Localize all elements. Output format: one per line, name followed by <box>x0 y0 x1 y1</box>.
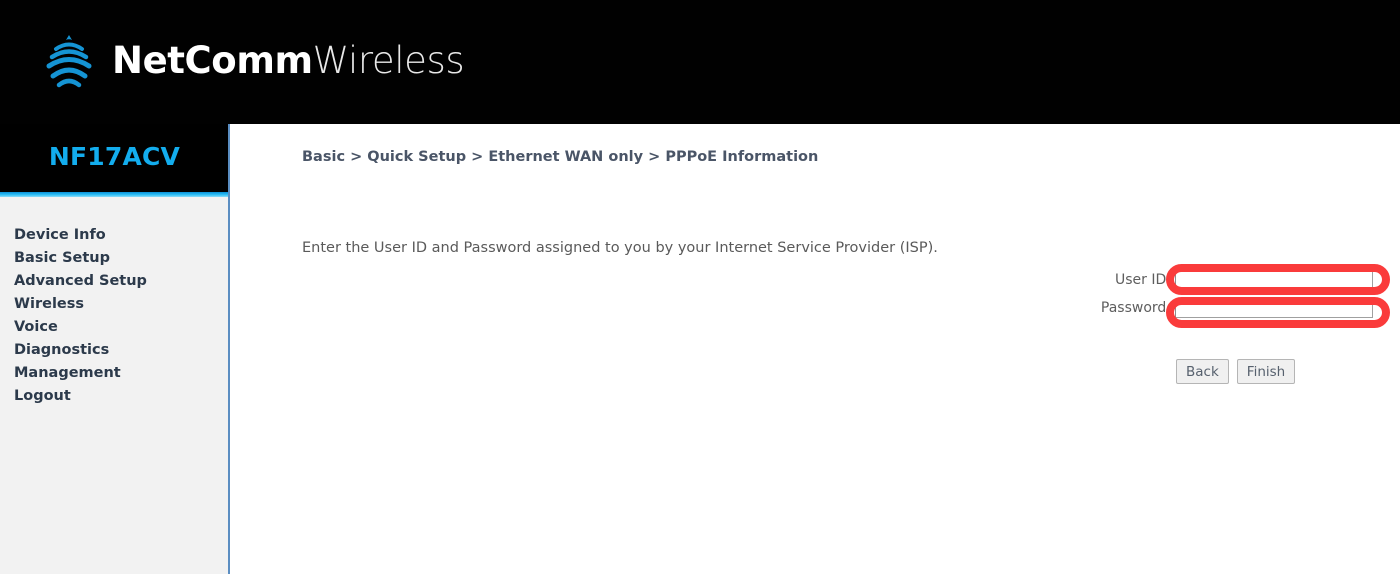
back-button[interactable]: Back <box>1176 359 1229 384</box>
top-banner: NetCommWireless <box>0 0 1400 124</box>
sidebar-item-management[interactable]: Management <box>0 362 229 385</box>
brand-name-bold: NetComm <box>112 39 313 82</box>
sidebar-nav: Device Info Basic Setup Advanced Setup W… <box>0 197 229 408</box>
device-model-name: NF17ACV <box>48 142 181 171</box>
wifi-signal-icon <box>46 35 92 88</box>
password-input[interactable] <box>1175 298 1373 318</box>
user-id-input[interactable] <box>1175 270 1373 290</box>
user-id-label: User ID: <box>1115 272 1171 288</box>
form-button-row: Back Finish <box>1176 359 1296 384</box>
sidebar-item-wireless[interactable]: Wireless <box>0 293 229 316</box>
sidebar: NF17ACV Device Info Basic Setup Advanced… <box>0 124 230 574</box>
sidebar-item-basic-setup[interactable]: Basic Setup <box>0 247 229 270</box>
password-row: Password: <box>1092 295 1400 321</box>
password-label: Password: <box>1100 300 1171 316</box>
breadcrumb: Basic > Quick Setup > Ethernet WAN only … <box>302 149 819 165</box>
brand-wordmark: NetCommWireless <box>112 39 465 82</box>
sidebar-divider <box>228 124 230 574</box>
sidebar-item-voice[interactable]: Voice <box>0 316 229 339</box>
instruction-text: Enter the User ID and Password assigned … <box>302 240 938 256</box>
brand-logo: NetCommWireless <box>36 27 465 95</box>
pppoe-credentials-form: User ID: Password: <box>1092 267 1400 323</box>
sidebar-item-advanced-setup[interactable]: Advanced Setup <box>0 270 229 293</box>
sidebar-header: NF17ACV <box>0 124 229 192</box>
user-id-row: User ID: <box>1092 267 1400 293</box>
sidebar-item-diagnostics[interactable]: Diagnostics <box>0 339 229 362</box>
content-panel: Basic > Quick Setup > Ethernet WAN only … <box>230 124 1400 574</box>
sidebar-item-device-info[interactable]: Device Info <box>0 224 229 247</box>
sidebar-item-logout[interactable]: Logout <box>0 385 229 408</box>
brand-name-light: Wireless <box>312 39 465 82</box>
finish-button[interactable]: Finish <box>1236 359 1296 384</box>
